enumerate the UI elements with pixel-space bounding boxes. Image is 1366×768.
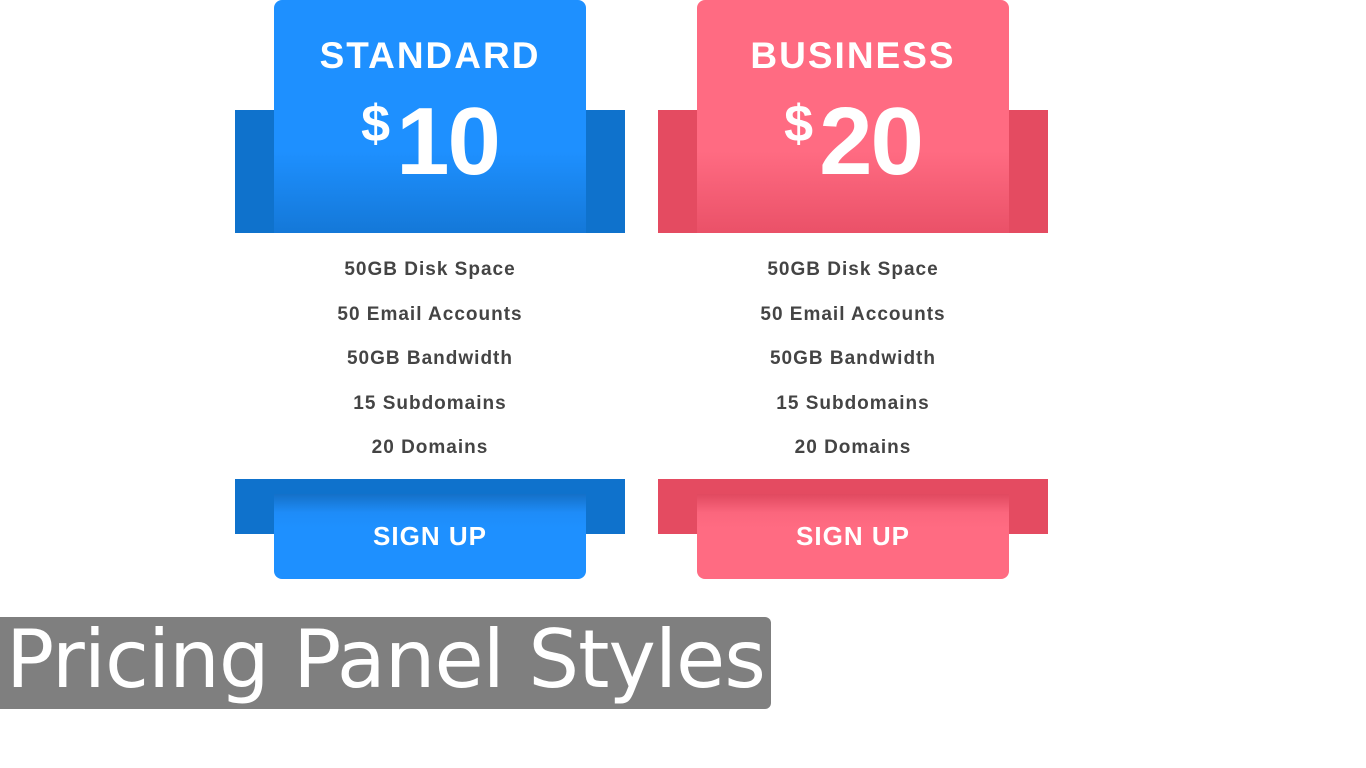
signup-button-label: SIGN UP: [796, 521, 910, 551]
feature-item: 20 Domains: [794, 437, 912, 458]
feature-item: 50GB Disk Space: [344, 259, 516, 280]
plan-name: STANDARD: [319, 35, 541, 76]
feature-item: 50GB Bandwidth: [346, 348, 513, 369]
currency-symbol: $: [361, 95, 391, 153]
caption-title: Pricing Panel Styles: [0, 617, 771, 709]
feature-list: 50GB Disk Space 50 Email Accounts 50GB B…: [658, 248, 1048, 471]
feature-item: 15 Subdomains: [776, 392, 930, 414]
feature-item: 50GB Bandwidth: [769, 348, 936, 369]
signup-button-label: SIGN UP: [373, 521, 487, 551]
plan-header: STANDARD $10: [274, 0, 586, 233]
feature-item: 20 Domains: [371, 437, 489, 458]
signup-button-standard[interactable]: SIGN UP: [274, 494, 586, 579]
price-amount: 10: [396, 88, 501, 195]
currency-symbol: $: [784, 95, 814, 153]
feature-item: 50 Email Accounts: [337, 303, 523, 325]
feature-item: 15 Subdomains: [353, 392, 507, 414]
plan-header: BUSINESS $20: [697, 0, 1009, 233]
pricing-panel-standard: STANDARD $10 50GB Disk Space 50 Email Ac…: [235, 0, 625, 580]
plan-price: $20: [697, 92, 1009, 192]
feature-list: 50GB Disk Space 50 Email Accounts 50GB B…: [235, 248, 625, 471]
feature-item: 50GB Disk Space: [767, 259, 939, 280]
plan-price: $10: [274, 92, 586, 192]
page: STANDARD $10 50GB Disk Space 50 Email Ac…: [0, 0, 1366, 768]
pricing-panel-business: BUSINESS $20 50GB Disk Space 50 Email Ac…: [658, 0, 1048, 580]
feature-item: 50 Email Accounts: [760, 303, 946, 325]
signup-button-business[interactable]: SIGN UP: [697, 494, 1009, 579]
plan-name: BUSINESS: [750, 35, 956, 76]
price-amount: 20: [819, 88, 924, 195]
